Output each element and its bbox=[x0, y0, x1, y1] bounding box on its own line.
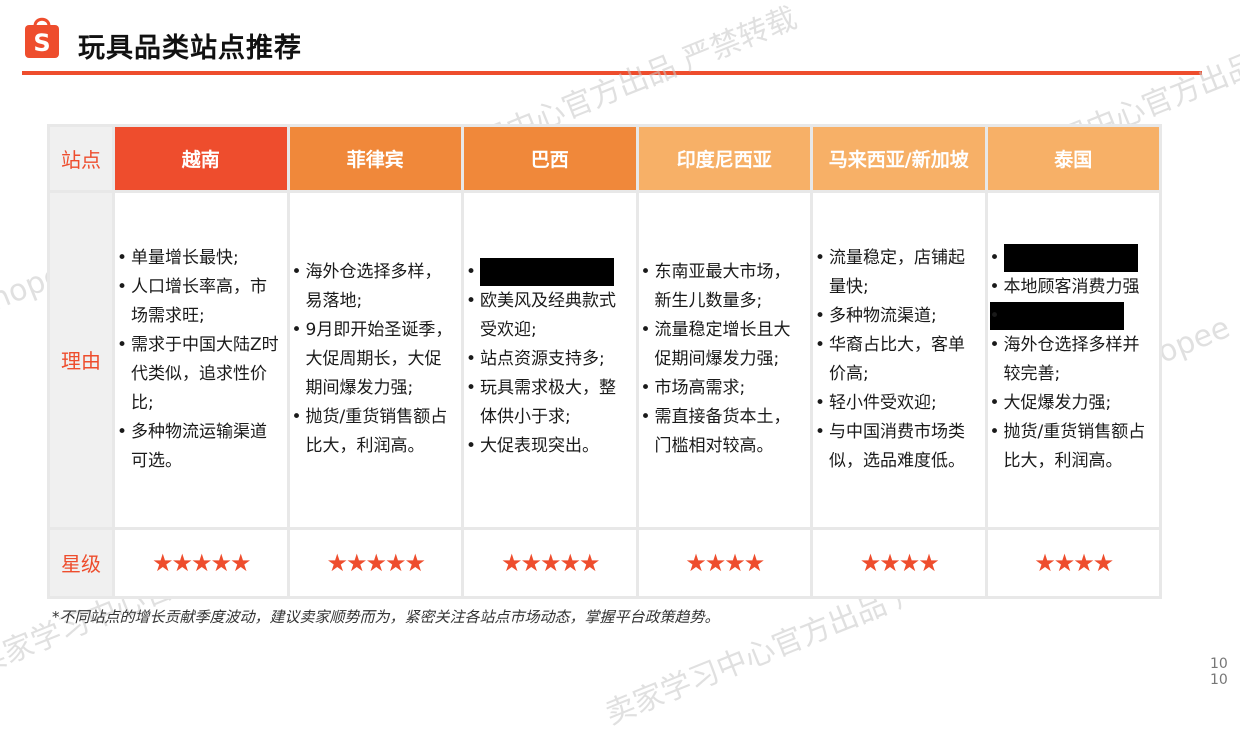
reason-item: 海外仓选择多样，易落地; bbox=[292, 258, 456, 316]
star-rating: ★★★★★ bbox=[326, 548, 426, 577]
reason-item: 站点资源支持多; bbox=[466, 345, 630, 374]
reason-item: 海外仓选择多样并较完善; bbox=[990, 331, 1154, 389]
reason-item: 大促爆发力强; bbox=[990, 389, 1154, 418]
reason-item-redacted bbox=[990, 243, 1154, 273]
page-number-text: 10 bbox=[1210, 672, 1228, 688]
star-rating: ★★★★ bbox=[1034, 548, 1114, 577]
reason-item: 需求于中国大陆Z时代类似，追求性价比; bbox=[117, 331, 281, 418]
shopee-bag-logo: S bbox=[25, 17, 59, 58]
row-label-reason: 理由 bbox=[50, 193, 112, 527]
page-number: 10 10 bbox=[1194, 656, 1228, 688]
reason-item: 多种物流渠道; bbox=[815, 302, 979, 331]
rating-vietnam: ★★★★★ bbox=[115, 529, 287, 596]
reason-item: 华裔占比大，客单价高; bbox=[815, 331, 979, 389]
redaction-block bbox=[1003, 243, 1138, 272]
reason-item: 玩具需求极大，整体供小于求; bbox=[466, 374, 630, 432]
reason-item: 多种物流运输渠道可选。 bbox=[117, 418, 281, 476]
site-recommendation-table: 站点 越南 菲律宾 巴西 印度尼西亚 马来西亚/新加坡 泰国 理由 单量增长最快… bbox=[47, 124, 1162, 599]
site-header-vietnam: 越南 bbox=[115, 127, 287, 191]
site-header-brazil: 巴西 bbox=[464, 127, 636, 191]
reason-item: 9月即开始圣诞季，大促周期长，大促期间爆发力强; bbox=[292, 316, 456, 403]
page-title: 玩具品类站点推荐 bbox=[78, 33, 302, 64]
reason-item: 人口增长率高，市场需求旺; bbox=[117, 273, 281, 331]
reason-item: 轻小件受欢迎; bbox=[815, 389, 979, 418]
row-label-rating: 星级 bbox=[50, 529, 112, 596]
reason-item: 抛货/重货销售额占比大，利润高。 bbox=[292, 403, 456, 461]
reasons-malaysia-singapore: 流量稳定，店铺起量快; 多种物流渠道; 华裔占比大，客单价高; 轻小件受欢迎; … bbox=[813, 193, 985, 527]
footnote: *不同站点的增长贡献季度波动，建议卖家顺势而为，紧密关注各站点市场动态，掌握平台… bbox=[52, 608, 720, 626]
title-divider bbox=[22, 71, 1202, 75]
reason-item-redacted bbox=[989, 301, 1154, 331]
star-rating: ★★★★★ bbox=[500, 548, 601, 577]
redaction-block bbox=[480, 258, 614, 287]
reason-item: 大促表现突出。 bbox=[466, 432, 630, 461]
reason-item: 需直接备货本土，门槛相对较高。 bbox=[641, 403, 805, 461]
reason-row: 理由 单量增长最快; 人口增长率高，市场需求旺; 需求于中国大陆Z时代类似，追求… bbox=[50, 193, 1159, 527]
reasons-vietnam: 单量增长最快; 人口增长率高，市场需求旺; 需求于中国大陆Z时代类似，追求性价比… bbox=[115, 193, 287, 527]
reason-item: 东南亚最大市场，新生儿数量多; bbox=[641, 258, 805, 316]
reason-item: 单量增长最快; bbox=[117, 244, 281, 273]
reasons-brazil: 欧美风及经典款式受欢迎; 站点资源支持多; 玩具需求极大，整体供小于求; 大促表… bbox=[464, 193, 636, 527]
star-rating: ★★★★ bbox=[859, 548, 940, 577]
rating-indonesia: ★★★★ bbox=[638, 529, 810, 596]
site-header-malaysia-singapore: 马来西亚/新加坡 bbox=[813, 127, 985, 191]
site-header-philippines: 菲律宾 bbox=[289, 127, 461, 191]
reason-item: 流量稳定，店铺起量快; bbox=[815, 244, 979, 302]
reason-item: 欧美风及经典款式受欢迎; bbox=[466, 287, 630, 345]
rating-malaysia-singapore: ★★★★ bbox=[813, 529, 985, 596]
site-header-indonesia: 印度尼西亚 bbox=[638, 127, 810, 191]
rating-brazil: ★★★★★ bbox=[464, 529, 636, 596]
header-row: 站点 越南 菲律宾 巴西 印度尼西亚 马来西亚/新加坡 泰国 bbox=[50, 127, 1159, 191]
rating-philippines: ★★★★★ bbox=[289, 529, 461, 596]
site-header-thailand: 泰国 bbox=[987, 127, 1159, 191]
rating-thailand: ★★★★ bbox=[987, 529, 1159, 596]
reason-item: 与中国消费市场类似，选品难度低。 bbox=[815, 418, 979, 476]
page-number-text: 10 bbox=[1210, 656, 1228, 672]
reason-item: 流量稳定增长且大促期间爆发力强; bbox=[641, 316, 805, 374]
reason-item: 抛货/重货销售额占比大，利润高。 bbox=[990, 418, 1154, 476]
rating-row: 星级 ★★★★★ ★★★★★ ★★★★★ ★★★★ ★★★★ ★★★★ bbox=[50, 529, 1159, 596]
star-rating: ★★★★ bbox=[685, 548, 765, 577]
reasons-philippines: 海外仓选择多样，易落地; 9月即开始圣诞季，大促周期长，大促期间爆发力强; 抛货… bbox=[289, 193, 461, 527]
row-label-site: 站点 bbox=[50, 127, 112, 191]
star-rating: ★★★★★ bbox=[151, 548, 252, 577]
reason-item: 本地顾客消费力强 bbox=[990, 273, 1154, 302]
reasons-thailand: 本地顾客消费力强 海外仓选择多样并较完善; 大促爆发力强; 抛货/重货销售额占比… bbox=[987, 193, 1159, 527]
reason-item-redacted bbox=[466, 258, 630, 287]
redaction-block bbox=[989, 301, 1124, 330]
reasons-indonesia: 东南亚最大市场，新生儿数量多; 流量稳定增长且大促期间爆发力强; 市场高需求; … bbox=[638, 193, 810, 527]
logo-letter: S bbox=[33, 29, 50, 57]
reason-item: 市场高需求; bbox=[641, 374, 805, 403]
